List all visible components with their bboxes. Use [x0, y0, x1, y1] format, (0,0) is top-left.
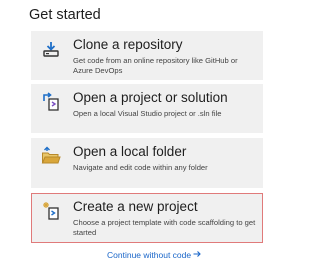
open-project-title: Open a project or solution — [73, 90, 228, 105]
open-folder-title: Open a local folder — [73, 144, 187, 159]
open-project-card[interactable]: Open a project or solution Open a local … — [31, 84, 263, 133]
open-folder-card[interactable]: Open a local folder Navigate and edit co… — [31, 138, 263, 188]
clone-repository-description: Get code from an online repository like … — [73, 56, 238, 75]
new-project-icon — [41, 201, 61, 221]
create-new-project-description: Choose a project template with code scaf… — [73, 218, 256, 237]
continue-without-code-link[interactable]: Continue without code — [107, 250, 201, 260]
open-project-description: Open a local Visual Studio project or .s… — [73, 109, 222, 118]
folder-icon — [41, 146, 61, 166]
clone-repository-card[interactable]: Clone a repository Get code from an onli… — [31, 31, 263, 80]
page-title: Get started — [29, 7, 101, 23]
create-new-project-card[interactable]: Create a new project Choose a project te… — [31, 193, 263, 243]
open-project-icon — [41, 92, 61, 112]
arrow-right-icon — [193, 250, 201, 260]
continue-without-code-label: Continue without code — [107, 250, 192, 260]
clone-repository-title: Clone a repository — [73, 37, 183, 52]
open-folder-description: Navigate and edit code within any folder — [73, 163, 208, 172]
clone-repository-icon — [41, 39, 61, 59]
create-new-project-title: Create a new project — [73, 199, 198, 214]
